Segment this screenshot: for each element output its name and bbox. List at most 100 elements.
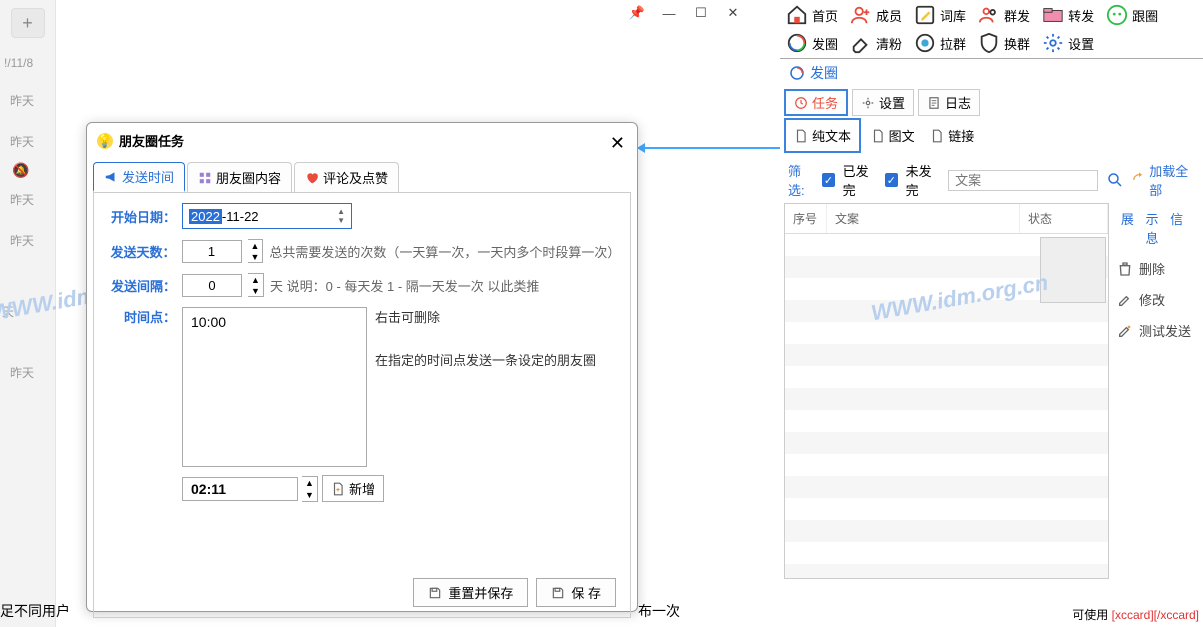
time-note-2: 在指定的时间点发送一条设定的朋友圈 xyxy=(375,350,596,369)
users-icon xyxy=(978,4,1000,26)
right-panel: 首页 成员 词库 群发 转发 跟圈 发圈 清粉 拉群 换群 设置 发圈 任务 设… xyxy=(780,0,1203,627)
dlg-tab-content[interactable]: 朋友圈内容 xyxy=(187,162,292,192)
filter-row: 筛选: ✓已发完 ✓未发完 加载全部 xyxy=(780,157,1203,203)
time-label: 时间点： xyxy=(106,307,176,326)
home-icon xyxy=(786,4,808,26)
dialog-title: 朋友圈任务 xyxy=(119,131,184,150)
new-time-input[interactable] xyxy=(182,477,298,501)
toolbar-lexicon[interactable]: 词库 xyxy=(914,4,966,26)
start-date-input[interactable]: 2022-11-22 ▲▼ xyxy=(182,203,352,229)
maximize-icon[interactable]: ☐ xyxy=(694,6,708,20)
left-item[interactable]: 昨天 xyxy=(0,179,55,220)
data-grid[interactable]: 序号 文案 状态 xyxy=(784,203,1109,579)
log-icon xyxy=(927,96,941,110)
action-edit[interactable]: 修改 xyxy=(1115,284,1193,315)
document-add-icon xyxy=(331,482,345,496)
megaphone-icon xyxy=(104,170,118,184)
dlg-tab-sendtime[interactable]: 发送时间 xyxy=(93,162,185,192)
circle-icon xyxy=(786,32,808,54)
checkbox-sent[interactable]: ✓ xyxy=(822,173,834,187)
toolbar-pullgroup[interactable]: 拉群 xyxy=(914,32,966,54)
save-icon xyxy=(428,586,442,600)
action-testsend[interactable]: 测试发送 xyxy=(1115,315,1193,346)
side-actions-title: 展 示 信 息 xyxy=(1115,209,1193,253)
minimize-icon[interactable]: — xyxy=(662,6,676,20)
add-time-button[interactable]: 新增 xyxy=(322,475,384,502)
pointer-arrow xyxy=(640,147,780,149)
spinner-icon[interactable]: ▲▼ xyxy=(337,207,345,225)
tab-task[interactable]: 任务 xyxy=(784,89,848,116)
section-title: 发圈 xyxy=(780,59,1203,87)
user-add-icon xyxy=(850,4,872,26)
checkbox-unsent[interactable]: ✓ xyxy=(885,173,897,187)
days-label: 发送天数： xyxy=(106,242,176,261)
left-item[interactable]: 昨天 xyxy=(0,220,55,261)
left-item[interactable]: 昨天 xyxy=(0,352,55,393)
format-tabs: 纯文本 xyxy=(784,118,861,153)
left-item[interactable]: 昨天 xyxy=(0,80,55,121)
col-seq: 序号 xyxy=(785,204,827,233)
time-spinner[interactable]: ▲▼ xyxy=(302,476,318,502)
toolbar-broadcast[interactable]: 群发 xyxy=(978,4,1030,26)
eraser-icon xyxy=(850,32,872,54)
dialog-body: 开始日期： 2022-11-22 ▲▼ 发送天数： ▲▼ 总共需要发送的次数（一… xyxy=(93,192,631,618)
tab-settings[interactable]: 设置 xyxy=(852,89,914,116)
interval-desc: 天 说明：0 - 每天发 1 - 隔一天发一次 以此类推 xyxy=(270,276,539,295)
col-status: 状态 xyxy=(1020,204,1108,233)
days-spinner[interactable]: ▲▼ xyxy=(248,239,264,263)
left-item[interactable]: 天 xyxy=(0,291,55,332)
interval-spinner[interactable]: ▲▼ xyxy=(248,273,264,297)
save-icon xyxy=(551,586,565,600)
toolbar-forward[interactable]: 转发 xyxy=(1042,4,1094,26)
time-item[interactable]: 10:00 xyxy=(191,314,358,330)
toolbar-home[interactable]: 首页 xyxy=(786,4,838,26)
wechat-icon xyxy=(1106,4,1128,26)
thumbnail-placeholder xyxy=(1040,237,1106,303)
format-imgtext[interactable]: 图文 xyxy=(869,124,917,147)
pencil-icon xyxy=(1117,292,1133,308)
close-icon[interactable]: ✕ xyxy=(726,6,740,20)
tab-log[interactable]: 日志 xyxy=(918,89,980,116)
toolbar: 首页 成员 词库 群发 转发 跟圈 发圈 清粉 拉群 换群 设置 xyxy=(780,0,1203,59)
toolbar-post[interactable]: 发圈 xyxy=(786,32,838,54)
pin-icon[interactable]: 📌 xyxy=(630,6,644,20)
grid-header: 序号 文案 状态 xyxy=(785,204,1108,234)
document-icon xyxy=(871,129,885,143)
save-button[interactable]: 保 存 xyxy=(536,578,616,607)
mute-icon: 🔕 xyxy=(0,162,55,179)
dialog-close-button[interactable]: ✕ xyxy=(610,133,625,154)
side-actions: 展 示 信 息 删除 修改 测试发送 xyxy=(1109,203,1199,579)
sub-tabs: 任务 设置 日志 xyxy=(780,87,1203,118)
reset-save-button[interactable]: 重置并保存 xyxy=(413,578,528,607)
toolbar-settings[interactable]: 设置 xyxy=(1042,32,1094,54)
add-button[interactable]: + xyxy=(11,8,45,38)
refresh-icon xyxy=(1132,172,1146,188)
circle-icon xyxy=(788,64,806,82)
action-delete[interactable]: 删除 xyxy=(1115,253,1193,284)
dialog-title-bar: 💡 朋友圈任务 xyxy=(87,123,637,158)
days-input[interactable] xyxy=(182,240,242,263)
folder-icon xyxy=(1042,4,1064,26)
left-item[interactable]: 昨天 xyxy=(0,121,55,162)
col-content: 文案 xyxy=(827,204,1020,233)
toolbar-moments[interactable]: 跟圈 xyxy=(1106,4,1158,26)
times-list[interactable]: 10:00 xyxy=(182,307,367,467)
format-link[interactable]: 链接 xyxy=(928,124,976,147)
toolbar-swapgroup[interactable]: 换群 xyxy=(978,32,1030,54)
moments-task-dialog: 💡 朋友圈任务 ✕ 发送时间 朋友圈内容 评论及点赞 开始日期： 2022-11… xyxy=(86,122,638,612)
heart-icon xyxy=(305,171,319,185)
trash-icon xyxy=(1117,261,1133,277)
toolbar-members[interactable]: 成员 xyxy=(850,4,902,26)
format-text[interactable]: 纯文本 xyxy=(792,124,853,147)
truncated-text-left: 足不同用户 xyxy=(0,601,70,621)
search-icon[interactable] xyxy=(1106,171,1124,189)
gear-icon xyxy=(1042,32,1064,54)
filter-label: 筛选: xyxy=(788,161,814,199)
load-all-button[interactable]: 加载全部 xyxy=(1132,161,1195,199)
gear-icon xyxy=(861,96,875,110)
edit-icon xyxy=(914,4,936,26)
interval-input[interactable] xyxy=(182,274,242,297)
toolbar-cleanup[interactable]: 清粉 xyxy=(850,32,902,54)
filter-input[interactable] xyxy=(948,170,1098,191)
dlg-tab-comment[interactable]: 评论及点赞 xyxy=(294,162,399,192)
